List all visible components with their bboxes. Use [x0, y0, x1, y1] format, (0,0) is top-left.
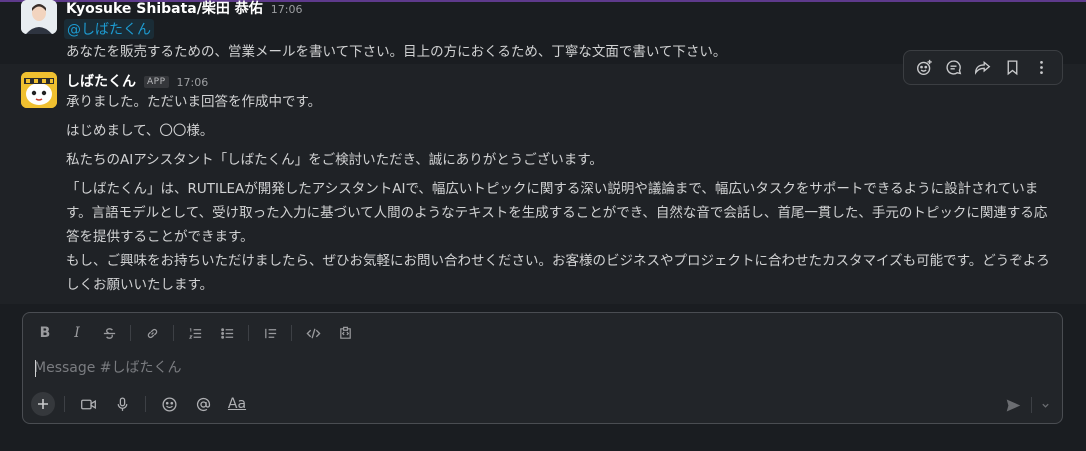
message-text: もし、ご興味をお持ちいただけましたら、ぜひお気軽にお問い合わせください。お客様の…	[66, 253, 1050, 293]
attach-plus-button[interactable]	[31, 392, 55, 416]
sender-name[interactable]: Kyosuke Shibata/柴田 恭佑	[66, 0, 263, 18]
plus-icon	[38, 399, 48, 409]
bulleted-list-icon	[220, 327, 233, 339]
message-header: しばたくん APP 17:06	[66, 71, 208, 91]
blockquote-button[interactable]	[256, 321, 284, 345]
message-text: 「しばたくん」は、RUTILEAが開発したアシスタントAIで、幅広いトピックに関…	[66, 181, 1048, 245]
toolbar-divider	[173, 325, 174, 341]
message-actions-toolbar	[903, 50, 1063, 85]
timestamp[interactable]: 17:06	[177, 76, 209, 89]
message-row: しばたくん APP 17:06 承りました。ただいま回答を作成中です。 はじめま…	[0, 64, 1086, 304]
toolbar-divider	[145, 396, 146, 412]
share-icon[interactable]	[970, 55, 996, 81]
code-block-button[interactable]	[331, 321, 359, 345]
code-block-icon	[339, 326, 351, 339]
text-formatting-toggle[interactable]: Aa	[223, 392, 251, 416]
blockquote-icon	[264, 328, 276, 338]
add-reaction-icon[interactable]	[912, 55, 938, 81]
send-controls	[999, 393, 1054, 417]
reply-in-thread-icon[interactable]	[941, 55, 967, 81]
send-icon	[1006, 399, 1020, 411]
avatar[interactable]	[21, 0, 57, 34]
bot-avatar[interactable]	[21, 72, 57, 108]
sender-name[interactable]: しばたくん	[66, 71, 136, 91]
text-cursor	[35, 360, 36, 377]
schedule-send-button[interactable]	[1036, 393, 1054, 417]
strikethrough-button[interactable]	[95, 321, 123, 345]
audio-clip-button[interactable]	[108, 392, 136, 416]
formatting-toolbar: B I	[31, 321, 359, 345]
message-text: はじめまして、〇〇様。	[66, 123, 214, 139]
toolbar-divider	[1031, 397, 1032, 413]
microphone-icon	[117, 396, 127, 411]
bulleted-list-button[interactable]	[213, 321, 241, 345]
emoji-button[interactable]	[155, 392, 183, 416]
message-text: 承りました。ただいま回答を作成中です。	[66, 94, 322, 110]
code-icon	[305, 328, 321, 338]
toolbar-divider	[64, 396, 65, 412]
at-sign-icon	[196, 397, 210, 411]
video-clip-button[interactable]	[74, 392, 102, 416]
link-button[interactable]	[138, 321, 166, 345]
chevron-down-icon	[1041, 403, 1049, 408]
toolbar-divider	[291, 325, 292, 341]
toolbar-divider	[130, 325, 131, 341]
more-actions-icon[interactable]	[1028, 55, 1054, 81]
video-camera-icon	[80, 399, 96, 409]
emoji-icon	[161, 396, 177, 412]
ordered-list-icon	[188, 327, 201, 339]
bold-button[interactable]: B	[31, 321, 59, 345]
toolbar-divider	[248, 325, 249, 341]
strikethrough-icon	[103, 327, 115, 339]
message-composer: B I Message #しばたくん Aa	[22, 312, 1063, 424]
message-text: あなたを販売するための、営業メールを書いて下さい。目上の方におくるため、丁寧な文…	[66, 44, 727, 60]
code-button[interactable]	[299, 321, 327, 345]
bookmark-icon[interactable]	[999, 55, 1025, 81]
link-icon	[147, 328, 157, 338]
mention-button[interactable]	[189, 392, 217, 416]
composer-actions: Aa	[31, 391, 251, 417]
message-input[interactable]	[34, 356, 1014, 380]
message-text: 私たちのAIアシスタント「しばたくん」をご検討いただき、誠にありがとうございます…	[66, 152, 603, 168]
message-header: Kyosuke Shibata/柴田 恭佑 17:06	[66, 0, 302, 18]
user-mention[interactable]: @しばたくん	[64, 19, 154, 39]
app-badge: APP	[144, 76, 169, 88]
slack-channel-view: Kyosuke Shibata/柴田 恭佑 17:06 @しばたくん あなたを販…	[0, 0, 1086, 451]
ordered-list-button[interactable]	[181, 321, 209, 345]
italic-button[interactable]: I	[63, 321, 91, 345]
send-button[interactable]	[999, 393, 1027, 417]
timestamp[interactable]: 17:06	[271, 3, 303, 16]
